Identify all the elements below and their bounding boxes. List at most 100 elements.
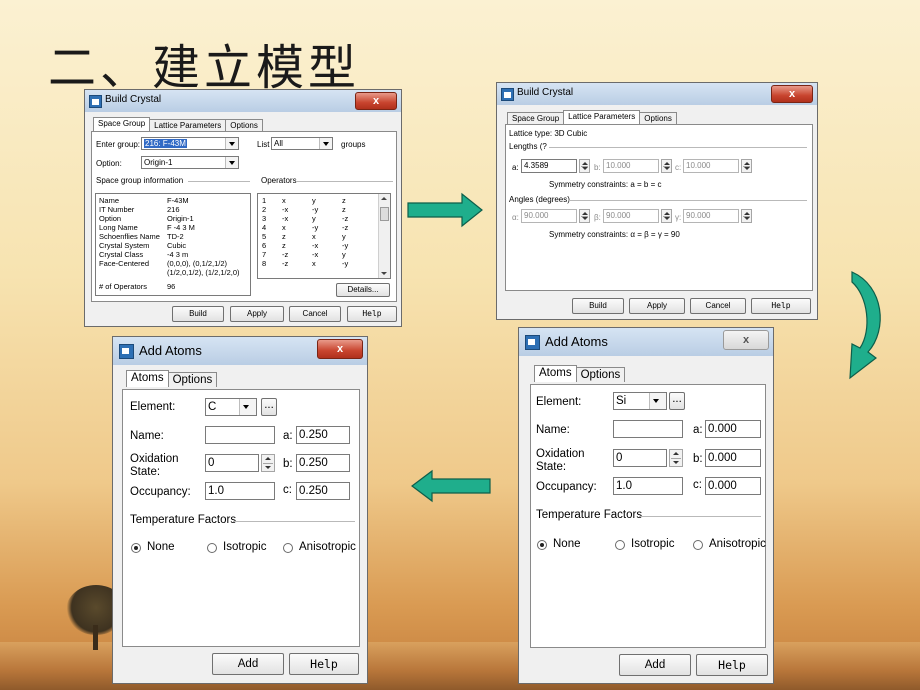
alpha-stepper[interactable] — [579, 209, 590, 223]
scroll-thumb[interactable] — [380, 207, 389, 221]
tab-space-group[interactable]: Space Group — [507, 112, 565, 124]
tab-options[interactable]: Options — [639, 112, 677, 124]
scroll-down-icon[interactable] — [381, 272, 387, 275]
title-bar[interactable]: Add Atoms x — [113, 337, 367, 365]
b-length-input[interactable]: 10.000 — [603, 159, 659, 173]
radio-none[interactable] — [537, 540, 547, 550]
b-coord-input[interactable]: 0.250 — [296, 454, 350, 472]
c-coord-input[interactable]: 0.000 — [705, 477, 761, 495]
c-length-input[interactable]: 10.000 — [683, 159, 739, 173]
close-button[interactable]: x — [771, 85, 813, 103]
list-select[interactable]: All — [271, 137, 333, 150]
option-select[interactable]: Origin-1 — [141, 156, 239, 169]
a-length-stepper[interactable] — [579, 159, 590, 173]
title-bar[interactable]: Add Atoms x — [519, 328, 773, 356]
help-button[interactable]: Help — [289, 653, 359, 675]
name-input[interactable] — [613, 420, 683, 438]
radio-anisotropic[interactable] — [693, 540, 703, 550]
help-button[interactable]: Help — [751, 298, 811, 314]
down-arrow-icon[interactable] — [743, 167, 750, 170]
down-arrow-icon[interactable] — [743, 217, 750, 220]
radio-none[interactable] — [131, 543, 141, 553]
a-coord-input[interactable]: 0.000 — [705, 420, 761, 438]
scroll-up-icon[interactable] — [381, 197, 387, 200]
up-arrow-icon[interactable] — [581, 212, 588, 215]
radio-isotropic[interactable] — [207, 543, 217, 553]
up-arrow-icon[interactable] — [673, 452, 679, 455]
operators-scrollbar[interactable] — [378, 194, 390, 278]
title-bar[interactable]: Build Crystal x — [85, 90, 401, 112]
tab-atoms[interactable]: Atoms — [126, 370, 169, 387]
add-button[interactable]: Add — [212, 653, 284, 675]
enter-group-combo[interactable]: 216: F-43M — [141, 137, 239, 150]
element-browse-button[interactable]: ... — [669, 392, 685, 410]
tab-space-group[interactable]: Space Group — [93, 117, 151, 131]
gamma-input[interactable]: 90.000 — [683, 209, 739, 223]
a-coord-input[interactable]: 0.250 — [296, 426, 350, 444]
up-arrow-icon[interactable] — [743, 162, 750, 165]
close-button[interactable]: x — [355, 92, 397, 110]
element-select[interactable]: C — [205, 398, 257, 416]
close-button[interactable]: x — [317, 339, 363, 359]
apply-button[interactable]: Apply — [230, 306, 284, 322]
alpha-input[interactable]: 90.000 — [521, 209, 577, 223]
beta-input[interactable]: 90.000 — [603, 209, 659, 223]
chevron-down-icon[interactable] — [319, 138, 332, 149]
cancel-button[interactable]: Cancel — [289, 306, 341, 322]
element-browse-button[interactable]: ... — [261, 398, 277, 416]
help-button[interactable]: Help — [696, 654, 768, 676]
radio-anisotropic[interactable] — [283, 543, 293, 553]
down-arrow-icon[interactable] — [673, 461, 679, 464]
tab-lattice-parameters[interactable]: Lattice Parameters — [563, 110, 641, 124]
b-length-stepper[interactable] — [661, 159, 672, 173]
up-arrow-icon[interactable] — [663, 162, 670, 165]
apply-button[interactable]: Apply — [629, 298, 685, 314]
chevron-down-icon[interactable] — [239, 399, 256, 415]
chevron-down-icon[interactable] — [225, 157, 238, 168]
table-row: 7 -z -x y — [262, 250, 346, 259]
oxidation-stepper[interactable] — [669, 449, 683, 467]
add-button[interactable]: Add — [619, 654, 691, 676]
a-length-input[interactable]: 4.3589 — [521, 159, 577, 173]
oxidation-input[interactable]: 0 — [613, 449, 667, 467]
oxidation-input[interactable]: 0 — [205, 454, 259, 472]
help-button[interactable]: Help — [347, 306, 397, 322]
oxidation-stepper[interactable] — [261, 454, 275, 472]
chevron-down-icon[interactable] — [649, 393, 666, 409]
c-length-stepper[interactable] — [741, 159, 752, 173]
up-arrow-icon[interactable] — [663, 212, 670, 215]
name-input[interactable] — [205, 426, 275, 444]
occupancy-input[interactable]: 1.0 — [205, 482, 275, 500]
b-coord-input[interactable]: 0.000 — [705, 449, 761, 467]
beta-stepper[interactable] — [661, 209, 672, 223]
title-bar[interactable]: Build Crystal x — [497, 83, 817, 105]
build-button[interactable]: Build — [572, 298, 624, 314]
radio-isotropic[interactable] — [615, 540, 625, 550]
list-label: List — [257, 140, 270, 149]
tab-lattice-parameters[interactable]: Lattice Parameters — [149, 119, 227, 131]
chevron-down-icon[interactable] — [225, 138, 238, 149]
down-arrow-icon[interactable] — [581, 217, 588, 220]
down-arrow-icon[interactable] — [265, 466, 271, 469]
c-coord-input[interactable]: 0.250 — [296, 482, 350, 500]
cancel-button[interactable]: Cancel — [690, 298, 746, 314]
down-arrow-icon[interactable] — [663, 167, 670, 170]
occupancy-input[interactable]: 1.0 — [613, 477, 683, 495]
space-group-info-list[interactable]: Name F-43M IT Number 216 Option Origin-1 Lo… — [95, 193, 251, 296]
up-arrow-icon[interactable] — [581, 162, 588, 165]
tab-atoms[interactable]: Atoms — [534, 365, 577, 382]
up-arrow-icon[interactable] — [743, 212, 750, 215]
app-icon — [119, 344, 134, 359]
down-arrow-icon[interactable] — [663, 217, 670, 220]
down-arrow-icon[interactable] — [581, 167, 588, 170]
tab-options[interactable]: Options — [225, 119, 263, 131]
tab-options[interactable]: Options — [167, 372, 218, 387]
tab-options[interactable]: Options — [575, 367, 626, 382]
element-select[interactable]: Si — [613, 392, 667, 410]
build-button[interactable]: Build — [172, 306, 224, 322]
operators-list[interactable]: 1xyz 2 -x -y z 3 -x y -z 4 x -y -z 5zxy 6 z -x -y 7-… — [257, 193, 391, 279]
gamma-stepper[interactable] — [741, 209, 752, 223]
close-button[interactable]: x — [723, 330, 769, 350]
up-arrow-icon[interactable] — [265, 457, 271, 460]
details-button[interactable]: Details... — [336, 283, 390, 297]
